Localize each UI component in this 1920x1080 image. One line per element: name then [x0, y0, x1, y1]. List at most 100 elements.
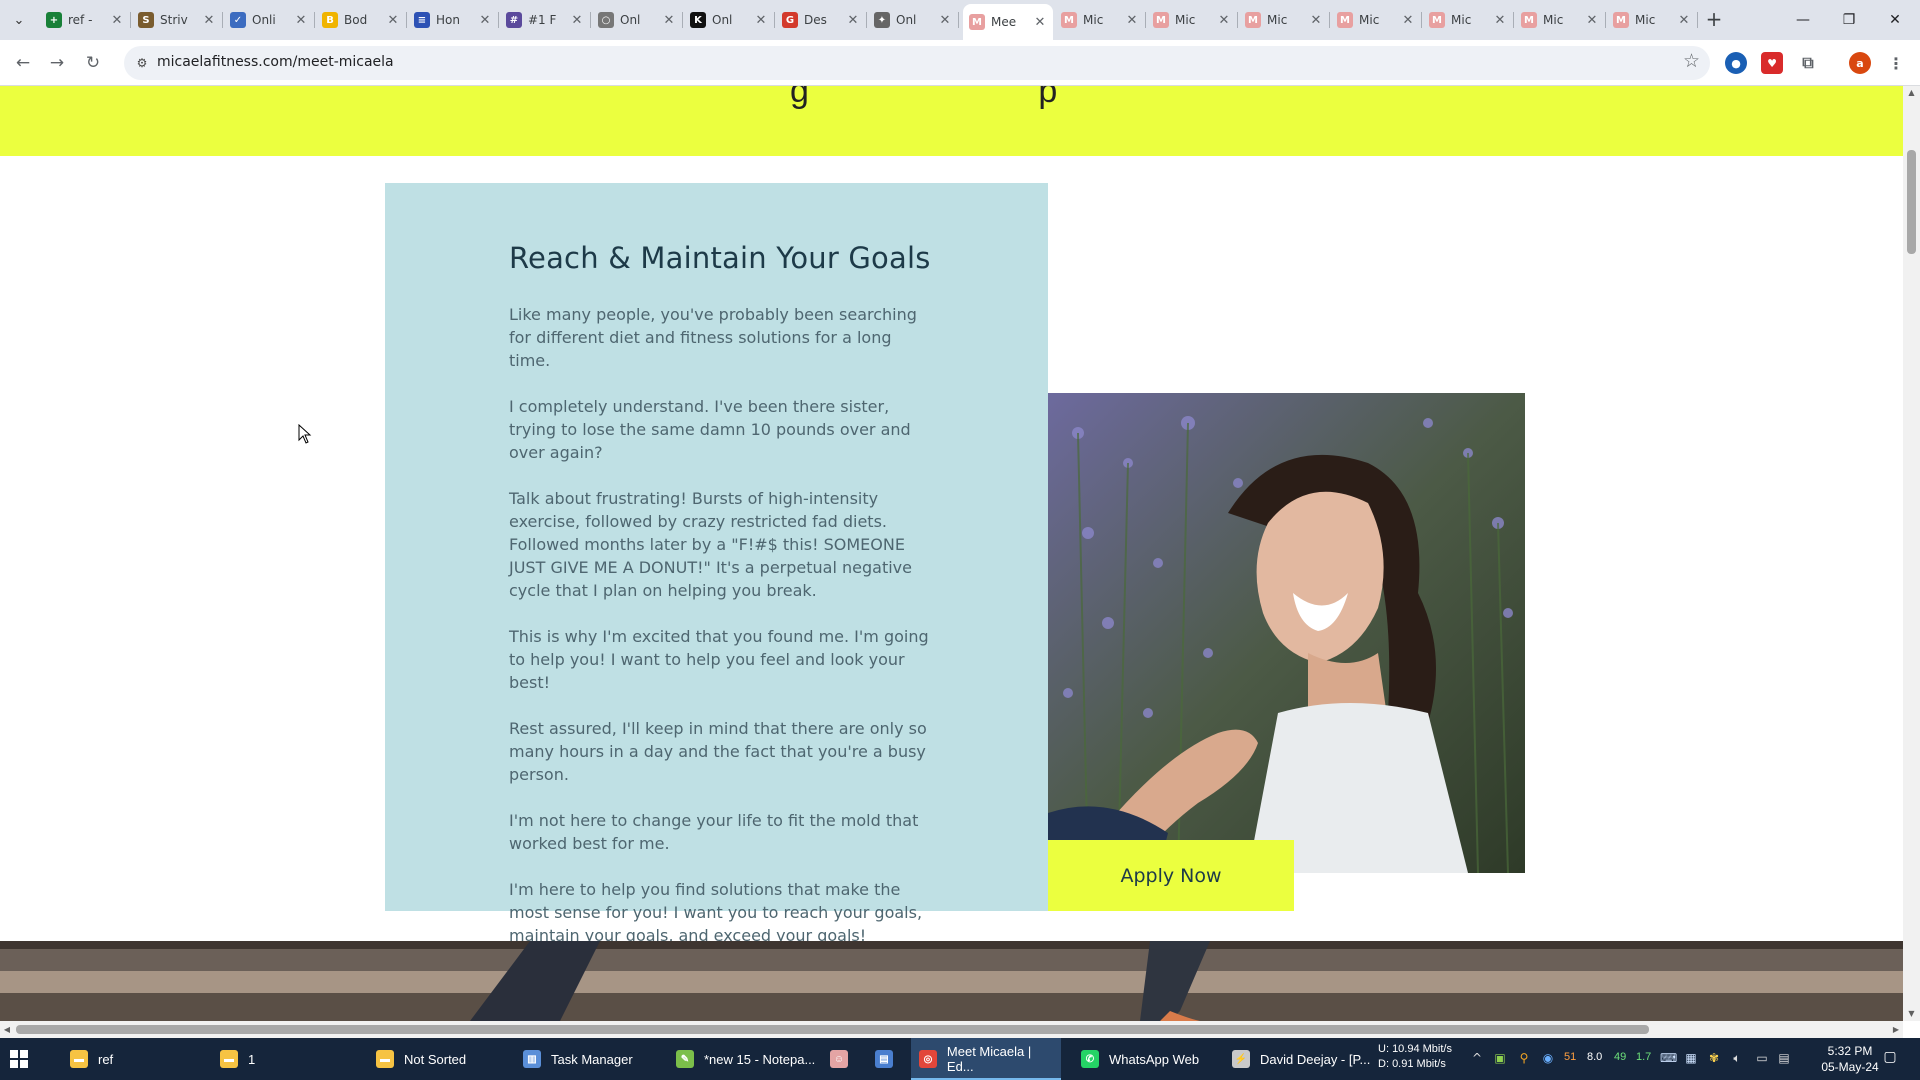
browser-tab[interactable]: M Mic ✕	[1515, 6, 1606, 34]
taskbar-item-label: Not Sorted	[404, 1051, 467, 1067]
close-window-icon[interactable]: ✕	[1872, 0, 1918, 40]
tab-close-icon[interactable]: ✕	[1401, 13, 1415, 28]
browser-tab[interactable]: # #1 F ✕	[500, 6, 591, 34]
tab-separator	[1237, 12, 1238, 28]
tab-close-icon[interactable]: ✕	[846, 13, 860, 28]
task-manager-icon: ▥	[523, 1050, 541, 1068]
taskbar-item[interactable]: ⚡ David Deejay - [P...	[1224, 1038, 1374, 1080]
net-down-value: 0.91 Mbit/s	[1392, 1058, 1446, 1070]
tab-close-icon[interactable]: ✕	[478, 13, 492, 28]
micaela-icon: M	[1245, 12, 1261, 28]
tray-expand-icon[interactable]: ^	[1469, 1050, 1485, 1066]
taskbar-item[interactable]: ▬ Not Sorted	[368, 1038, 498, 1080]
bio-paragraph: Rest assured, I'll keep in mind that the…	[509, 719, 927, 784]
tab-close-icon[interactable]: ✕	[1309, 13, 1323, 28]
browser-tab[interactable]: M Mic ✕	[1607, 6, 1698, 34]
extension-ball-icon[interactable]: ●	[1725, 52, 1747, 74]
browser-tab[interactable]: ✦ Onl ✕	[868, 6, 959, 34]
taskbar-item[interactable]: ▥ Task Manager	[515, 1038, 655, 1080]
tab-close-icon[interactable]: ✕	[202, 13, 216, 28]
tab-close-icon[interactable]: ✕	[1125, 13, 1139, 28]
reload-icon[interactable]: ↻	[80, 50, 106, 76]
tray-keyboard-icon[interactable]: ⌨	[1660, 1050, 1677, 1066]
browser-tab[interactable]: M Mic ✕	[1239, 6, 1330, 34]
restore-icon[interactable]: ❐	[1826, 0, 1872, 40]
clock[interactable]: 5:32 PM 05-May-24	[1815, 1043, 1885, 1075]
tab-search-icon[interactable]: ⌄	[6, 8, 32, 32]
minimize-icon[interactable]: —	[1780, 0, 1826, 40]
shield-extension-icon[interactable]: ♥	[1761, 52, 1783, 74]
network-icon[interactable]: ▤	[1776, 1050, 1792, 1066]
tab-close-icon[interactable]: ✕	[570, 13, 584, 28]
pinned-app-icon[interactable]: ☺	[830, 1038, 860, 1080]
tab-close-icon[interactable]: ✕	[1217, 13, 1231, 28]
tab-close-icon[interactable]: ✕	[662, 13, 676, 28]
tab-close-icon[interactable]: ✕	[1493, 13, 1507, 28]
tab-label: Mic	[1267, 13, 1288, 27]
tray-flag-icon[interactable]: ✾	[1706, 1050, 1722, 1066]
browser-tab[interactable]: + ref - ✕	[40, 6, 131, 34]
tab-close-icon[interactable]: ✕	[754, 13, 768, 28]
tab-close-icon[interactable]: ✕	[1033, 15, 1047, 30]
taskbar-item-label: WhatsApp Web	[1109, 1051, 1200, 1067]
scroll-right-icon[interactable]: ▶	[1889, 1023, 1903, 1037]
bio-title: Reach & Maintain Your Goals	[509, 241, 931, 275]
back-icon[interactable]: ←	[10, 50, 36, 76]
tab-close-icon[interactable]: ✕	[294, 13, 308, 28]
tray-app-icon[interactable]: ▣	[1492, 1050, 1508, 1066]
tray-stat: 51	[1564, 1051, 1577, 1063]
taskbar-item[interactable]: ▬ ref	[62, 1038, 207, 1080]
tab-close-icon[interactable]: ✕	[1585, 13, 1599, 28]
windows-start-icon[interactable]	[10, 1038, 36, 1080]
menu-kebab-icon[interactable]: ⋮	[1885, 52, 1907, 74]
taskbar-item[interactable]: ◎ Meet Micaela | Ed...	[911, 1038, 1061, 1080]
pinned-notes-icon[interactable]: ▤	[875, 1038, 905, 1080]
vertical-scrollbar[interactable]: ▲ ▼	[1903, 86, 1920, 1021]
browser-tab[interactable]: S Striv ✕	[132, 6, 223, 34]
horizontal-scroll-thumb[interactable]	[16, 1025, 1649, 1034]
tab-close-icon[interactable]: ✕	[386, 13, 400, 28]
volume-icon[interactable]: 🔈︎	[1729, 1050, 1745, 1066]
tab-strip: ⌄ + ref - ✕ S Striv ✕ ✓ Onli ✕ B Bod ✕ ≡ Hon ✕ # #1 F ✕ ○ O…	[0, 0, 1920, 40]
tab-close-icon[interactable]: ✕	[110, 13, 124, 28]
bookmark-star-icon[interactable]: ☆	[1683, 50, 1700, 72]
taskbar-item[interactable]: ✎ *new 15 - Notepa...	[668, 1038, 818, 1080]
browser-tab[interactable]: M Mic ✕	[1331, 6, 1422, 34]
scroll-up-icon[interactable]: ▲	[1903, 86, 1920, 100]
notification-icon[interactable]: ▢	[1880, 1049, 1900, 1069]
browser-tab[interactable]: K Onl ✕	[684, 6, 775, 34]
address-bar[interactable]: ⚙ micaelafitness.com/meet-micaela ☆	[124, 46, 1710, 80]
tab-label: Onli	[252, 13, 276, 27]
profile-avatar[interactable]: a	[1849, 52, 1871, 74]
horizontal-scrollbar[interactable]: ◀ ▶	[0, 1021, 1903, 1038]
extensions-puzzle-icon[interactable]: ⧉	[1797, 52, 1819, 74]
browser-tab[interactable]: B Bod ✕	[316, 6, 407, 34]
micaela-icon: M	[969, 14, 985, 30]
browser-tab[interactable]: M Mic ✕	[1423, 6, 1514, 34]
apply-now-button[interactable]: Apply Now	[1048, 840, 1294, 911]
taskbar-item[interactable]: ✆ WhatsApp Web	[1073, 1038, 1213, 1080]
site-info-icon[interactable]: ⚙	[132, 53, 152, 73]
browser-tab[interactable]: M Mic ✕	[1055, 6, 1146, 34]
winamp-icon: ⚡	[1232, 1050, 1250, 1068]
browser-tab[interactable]: G Des ✕	[776, 6, 867, 34]
browser-tab[interactable]: M Mic ✕	[1147, 6, 1238, 34]
tray-search-icon[interactable]: ⚲	[1516, 1050, 1532, 1066]
tray-lang-icon[interactable]: ▦	[1683, 1050, 1699, 1066]
tab-close-icon[interactable]: ✕	[938, 13, 952, 28]
browser-tab[interactable]: M Mee ✕	[963, 4, 1053, 40]
browser-tab[interactable]: ≡ Hon ✕	[408, 6, 499, 34]
vertical-scroll-thumb[interactable]	[1907, 150, 1916, 254]
url-text[interactable]: micaelafitness.com/meet-micaela	[157, 54, 394, 70]
new-tab-icon[interactable]: +	[1702, 8, 1726, 32]
browser-tab[interactable]: ○ Onl ✕	[592, 6, 683, 34]
battery-icon[interactable]: ▭	[1754, 1050, 1770, 1066]
tab-close-icon[interactable]: ✕	[1677, 13, 1691, 28]
tray-globe-icon[interactable]: ◉	[1540, 1050, 1556, 1066]
scroll-down-icon[interactable]: ▼	[1903, 1007, 1920, 1021]
browser-tab[interactable]: ✓ Onli ✕	[224, 6, 315, 34]
scroll-left-icon[interactable]: ◀	[0, 1023, 14, 1037]
taskbar-item[interactable]: ▬ 1	[212, 1038, 342, 1080]
onl-run-icon: ✦	[874, 12, 890, 28]
forward-icon[interactable]: →	[44, 50, 70, 76]
